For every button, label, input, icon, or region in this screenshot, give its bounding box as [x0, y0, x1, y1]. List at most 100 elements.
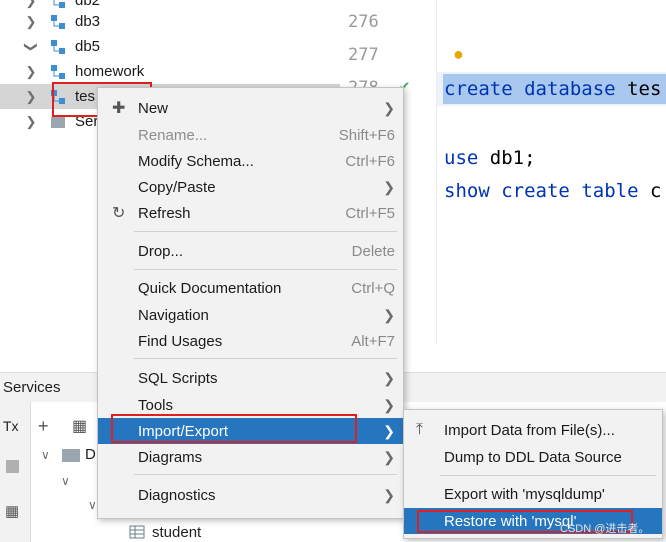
menu-item-dump-ddl[interactable]: Dump to DDL Data Source: [404, 444, 662, 470]
menu-shortcut: Ctrl+F6: [345, 152, 395, 170]
tree-item-db3[interactable]: ❯ db3: [0, 9, 340, 34]
annotation-box-import-export: [111, 414, 357, 443]
menu-item-new[interactable]: ✚ New ❯: [98, 95, 403, 121]
menu-separator: [440, 475, 656, 476]
menu-separator: [134, 474, 397, 475]
chevron-right-icon: ❯: [383, 369, 395, 386]
menu-item-quick-documentation[interactable]: Quick Documentation Ctrl+Q: [98, 275, 403, 301]
refresh-icon: ↻: [112, 205, 126, 222]
table-icon: [129, 525, 145, 539]
folder-icon: [62, 449, 80, 462]
chevron-right-icon: ❯: [383, 306, 395, 323]
line-number: 277: [348, 45, 379, 65]
layout-icon[interactable]: ▦: [5, 502, 19, 520]
menu-label: Tools: [138, 396, 174, 414]
chevron-right-icon: ❯: [383, 448, 395, 465]
chevron-right-icon[interactable]: ❯: [24, 64, 38, 79]
schema-icon: [51, 39, 65, 54]
chevron-down-icon[interactable]: ∨: [88, 498, 97, 512]
menu-item-navigation[interactable]: Navigation ❯: [98, 302, 403, 328]
group-icon[interactable]: ▦: [72, 416, 87, 436]
menu-item-diagrams[interactable]: Diagrams ❯: [98, 444, 403, 470]
chevron-right-icon[interactable]: ❯: [24, 89, 38, 104]
menu-item-export-mysqldump[interactable]: Export with 'mysqldump': [404, 481, 662, 507]
line-number: 276: [348, 12, 379, 32]
tree-item-homework[interactable]: ❯ homework: [0, 59, 340, 84]
menu-label: SQL Scripts: [138, 369, 218, 387]
menu-label: Refresh: [138, 204, 191, 222]
code-editor[interactable]: [437, 0, 666, 345]
chevron-right-icon[interactable]: ❯: [24, 14, 38, 29]
plus-icon: ✚: [112, 100, 126, 117]
table-item-student[interactable]: student: [152, 524, 201, 541]
menu-label: Drop...: [138, 242, 184, 260]
tree-item-db5[interactable]: ❯ db5: [0, 34, 340, 59]
chevron-right-icon[interactable]: ❯: [24, 114, 38, 129]
chevron-right-icon: ❯: [383, 178, 395, 195]
menu-shortcut: Ctrl+Q: [351, 279, 395, 297]
code-token: table: [581, 180, 639, 202]
menu-item-import-data[interactable]: ⤒ Import Data from File(s)...: [404, 417, 662, 443]
code-token: show: [444, 180, 490, 202]
schema-icon: [51, 64, 65, 79]
chevron-right-icon: ❯: [383, 486, 395, 503]
tree-item-label: homework: [75, 63, 145, 80]
menu-label: New: [138, 99, 169, 117]
chevron-right-icon: ❯: [383, 99, 395, 116]
menu-label: Quick Documentation: [138, 279, 282, 297]
menu-label: Diagrams: [138, 448, 203, 466]
menu-label: Export with 'mysqldump': [444, 485, 605, 503]
code-token: use: [444, 147, 479, 169]
menu-item-rename[interactable]: Rename... Shift+F6: [98, 122, 403, 148]
import-icon: ⤒: [416, 421, 424, 438]
chevron-right-icon: ❯: [383, 396, 395, 413]
menu-shortcut: Ctrl+F5: [345, 204, 395, 222]
chevron-right-icon: ❯: [383, 422, 395, 439]
menu-item-sql-scripts[interactable]: SQL Scripts ❯: [98, 365, 403, 391]
menu-shortcut: Delete: [351, 242, 395, 260]
code-token: create: [501, 180, 570, 202]
code-token: c: [649, 180, 662, 202]
code-line-2: use db1;: [444, 147, 536, 169]
menu-item-drop[interactable]: Drop... Delete: [98, 238, 403, 264]
add-icon[interactable]: +: [38, 416, 49, 437]
menu-item-copy-paste[interactable]: Copy/Paste ❯: [98, 174, 403, 200]
stop-icon[interactable]: [6, 460, 19, 473]
watermark: CSDN @进击者。: [560, 523, 650, 535]
menu-label: Copy/Paste: [138, 178, 216, 196]
services-tree-item[interactable]: D: [85, 446, 96, 463]
tx-button[interactable]: Tx: [3, 418, 19, 434]
schema-icon: [51, 14, 65, 29]
menu-label: Modify Schema...: [138, 152, 254, 170]
schema-icon: [53, 0, 65, 8]
lightbulb-icon[interactable]: ●: [453, 44, 464, 65]
menu-label: Rename...: [138, 126, 208, 144]
menu-separator: [134, 358, 397, 359]
menu-label: Find Usages: [138, 332, 223, 350]
menu-shortcut: Alt+F7: [351, 332, 395, 350]
menu-label: Navigation: [138, 306, 209, 324]
chevron-down-icon[interactable]: ∨: [41, 448, 50, 462]
code-token: create: [444, 78, 513, 100]
services-toolbar: Tx ▦: [0, 402, 31, 542]
menu-label: Dump to DDL Data Source: [444, 448, 622, 466]
code-token: db1;: [489, 147, 536, 169]
services-title: Services: [3, 379, 61, 396]
menu-label: Import Data from File(s)...: [444, 421, 615, 439]
chevron-right-icon[interactable]: ❯: [24, 0, 38, 8]
tree-item-label: db2: [75, 0, 101, 9]
menu-item-diagnostics[interactable]: Diagnostics ❯: [98, 482, 403, 508]
tree-item-label: db3: [75, 13, 101, 30]
menu-item-find-usages[interactable]: Find Usages Alt+F7: [98, 328, 403, 354]
menu-item-modify-schema[interactable]: Modify Schema... Ctrl+F6: [98, 148, 403, 174]
code-line-1: create database tes: [444, 78, 661, 100]
code-token: database: [524, 78, 616, 100]
menu-shortcut: Shift+F6: [338, 126, 395, 144]
menu-item-refresh[interactable]: ↻ Refresh Ctrl+F5: [98, 200, 403, 226]
menu-separator: [134, 231, 397, 232]
context-menu: ✚ New ❯ Rename... Shift+F6 Modify Schema…: [97, 87, 404, 519]
code-token: tes: [627, 78, 662, 100]
tree-item-label: db5: [75, 38, 101, 55]
chevron-down-icon[interactable]: ∨: [61, 474, 70, 488]
chevron-down-icon[interactable]: ❯: [24, 40, 39, 54]
